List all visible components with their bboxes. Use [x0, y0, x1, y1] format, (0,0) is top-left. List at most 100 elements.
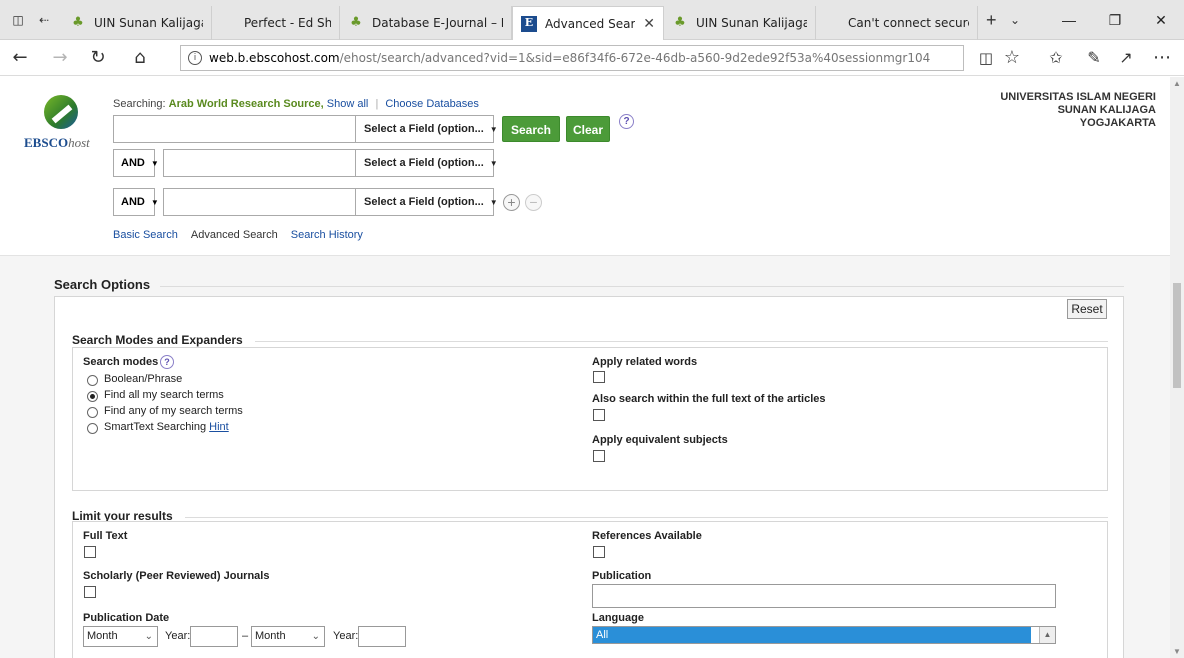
date-range-dash: – — [242, 630, 249, 642]
favorite-star-icon[interactable]: ☆ — [998, 46, 1026, 70]
expander-label: Apply related words — [592, 356, 698, 368]
language-listbox[interactable]: All ▲ — [592, 626, 1056, 644]
more-icon[interactable]: ⋯ — [1148, 46, 1176, 70]
back-arrow-icon[interactable]: ← — [6, 46, 34, 70]
search-term-input-3[interactable] — [163, 188, 356, 216]
choose-databases-link[interactable]: Choose Databases — [385, 98, 479, 110]
leaf-icon: ♣ — [674, 15, 686, 30]
browser-tab-active[interactable]: E Advanced Search: E ✕ — [512, 6, 664, 40]
scroll-down-icon[interactable]: ▼ — [1170, 647, 1184, 656]
search-full-text-checkbox[interactable] — [593, 409, 605, 421]
ebsco-page: EBSCOhost Searching: Arab World Research… — [0, 77, 1170, 658]
modes-expanders-title: Search Modes and Expanders — [72, 333, 243, 347]
limit-results-box: Full Text Scholarly (Peer Reviewed) Jour… — [72, 521, 1108, 658]
divider — [160, 286, 1124, 287]
browser-tab[interactable]: ♣ UIN Sunan Kalijaga — [664, 6, 816, 40]
minimize-icon[interactable]: — — [1046, 8, 1092, 32]
advanced-search-current: Advanced Search — [190, 229, 278, 241]
close-tab-icon[interactable]: ✕ — [643, 16, 655, 32]
references-label: References Available — [592, 530, 702, 542]
basic-search-link[interactable]: Basic Search — [113, 229, 178, 241]
start-year-input[interactable] — [190, 626, 238, 647]
help-icon[interactable]: ? — [160, 355, 174, 369]
search-term-input-1[interactable] — [113, 115, 356, 143]
field-select-1[interactable]: Select a Field (option... ▼ — [355, 115, 498, 143]
home-icon[interactable]: ⌂ — [126, 46, 154, 70]
mode-radio-find-any[interactable] — [87, 407, 98, 418]
url-host: web.b.ebscohost.com — [209, 51, 340, 65]
apply-related-words-checkbox[interactable] — [593, 371, 605, 383]
full-text-label: Full Text — [83, 530, 128, 542]
web-note-icon[interactable]: ✎ — [1080, 46, 1108, 70]
boolean-operator-select-3[interactable]: AND ▼ — [113, 188, 159, 216]
references-checkbox[interactable] — [593, 546, 605, 558]
language-label: Language — [592, 612, 644, 624]
close-window-icon[interactable]: ✕ — [1138, 8, 1184, 32]
restore-icon[interactable]: ❐ — [1092, 8, 1138, 32]
separator: | — [375, 98, 379, 110]
ebsco-icon: E — [521, 15, 537, 32]
scrollbar-thumb[interactable] — [1173, 283, 1181, 388]
expander-label: Also search within the full text of the … — [592, 393, 826, 405]
remove-row-icon[interactable]: − — [525, 194, 542, 211]
leaf-icon: ♣ — [72, 15, 84, 30]
address-toolbar: ← → ↻ ⌂ i web.b.ebscohost.com/ehost/sear… — [0, 40, 1184, 76]
url-path: /ehost/search/advanced?vid=1&sid=e86f34f… — [339, 51, 931, 65]
scroll-up-icon[interactable]: ▲ — [1039, 627, 1055, 643]
scroll-up-icon[interactable]: ▲ — [1170, 79, 1184, 88]
modes-expanders-box: Search modes ? Boolean/Phrase Find all m… — [72, 347, 1108, 491]
searching-databases: Searching: Arab World Research Source, S… — [113, 98, 479, 110]
mode-radio-smarttext[interactable] — [87, 423, 98, 434]
search-options-panel: Reset Search Modes and Expanders Search … — [54, 296, 1124, 658]
search-button[interactable]: Search — [502, 116, 560, 142]
browser-tab[interactable]: Perfect - Ed Sheeran (L — [212, 6, 340, 40]
search-options-area: Search Options Reset Search Modes and Ex… — [0, 255, 1170, 658]
mode-label: Find any of my search terms — [104, 405, 243, 417]
start-month-select[interactable]: Month ⌄ — [83, 626, 158, 647]
address-bar[interactable]: i web.b.ebscohost.com/ehost/search/advan… — [180, 45, 964, 71]
hint-link[interactable]: Hint — [209, 421, 229, 433]
tab-overview-icon[interactable]: ◫ — [10, 12, 26, 28]
browser-tab[interactable]: Can't connect securely — [816, 6, 978, 40]
search-term-input-2[interactable] — [163, 149, 356, 177]
full-text-checkbox[interactable] — [84, 546, 96, 558]
mode-label: SmartText Searching Hint — [104, 421, 229, 433]
favorites-hub-icon[interactable]: ✩ — [1042, 46, 1070, 70]
chevron-down-icon[interactable]: ⌄ — [1010, 12, 1020, 28]
ebsco-logo-text: EBSCOhost — [24, 135, 90, 150]
add-row-icon[interactable]: + — [503, 194, 520, 211]
refresh-icon[interactable]: ↻ — [84, 46, 112, 70]
scholarly-checkbox[interactable] — [84, 586, 96, 598]
mode-radio-boolean[interactable] — [87, 375, 98, 386]
searching-label: Searching: — [113, 98, 166, 110]
boolean-operator-select-2[interactable]: AND ▼ — [113, 149, 159, 177]
reading-view-icon[interactable]: ◫ — [972, 46, 1000, 70]
tab-label: UIN Sunan Kalijaga — [94, 16, 203, 30]
help-icon[interactable]: ? — [619, 114, 634, 129]
clear-button[interactable]: Clear — [566, 116, 610, 142]
search-history-link[interactable]: Search History — [291, 229, 363, 241]
ebsco-logo[interactable]: EBSCOhost — [24, 95, 100, 151]
leaf-icon: ♣ — [350, 15, 362, 30]
divider — [185, 517, 1108, 518]
share-icon[interactable]: ↗ — [1112, 46, 1140, 70]
reset-button[interactable]: Reset — [1067, 299, 1107, 319]
mode-radio-find-all[interactable] — [87, 391, 98, 402]
language-option-all[interactable]: All — [593, 627, 1031, 643]
scholarly-label: Scholarly (Peer Reviewed) Journals — [83, 570, 270, 582]
set-tabs-aside-icon[interactable]: ⇠ — [36, 12, 52, 28]
browser-tab[interactable]: ♣ UIN Sunan Kalijaga — [62, 6, 212, 40]
show-all-link[interactable]: Show all — [327, 98, 369, 110]
new-tab-icon[interactable]: + — [986, 11, 997, 29]
field-select-3[interactable]: Select a Field (option... ▼ — [355, 188, 498, 216]
publication-date-label: Publication Date — [83, 612, 170, 624]
info-icon[interactable]: i — [188, 51, 202, 65]
end-month-select[interactable]: Month ⌄ — [251, 626, 325, 647]
equivalent-subjects-checkbox[interactable] — [593, 450, 605, 462]
field-select-2[interactable]: Select a Field (option... ▼ — [355, 149, 498, 177]
page-scrollbar[interactable]: ▲ ▼ — [1170, 77, 1184, 658]
browser-tab[interactable]: ♣ Database E-Journal – P — [340, 6, 512, 40]
forward-arrow-icon[interactable]: → — [46, 46, 74, 70]
publication-input[interactable] — [592, 584, 1056, 608]
end-year-input[interactable] — [358, 626, 406, 647]
